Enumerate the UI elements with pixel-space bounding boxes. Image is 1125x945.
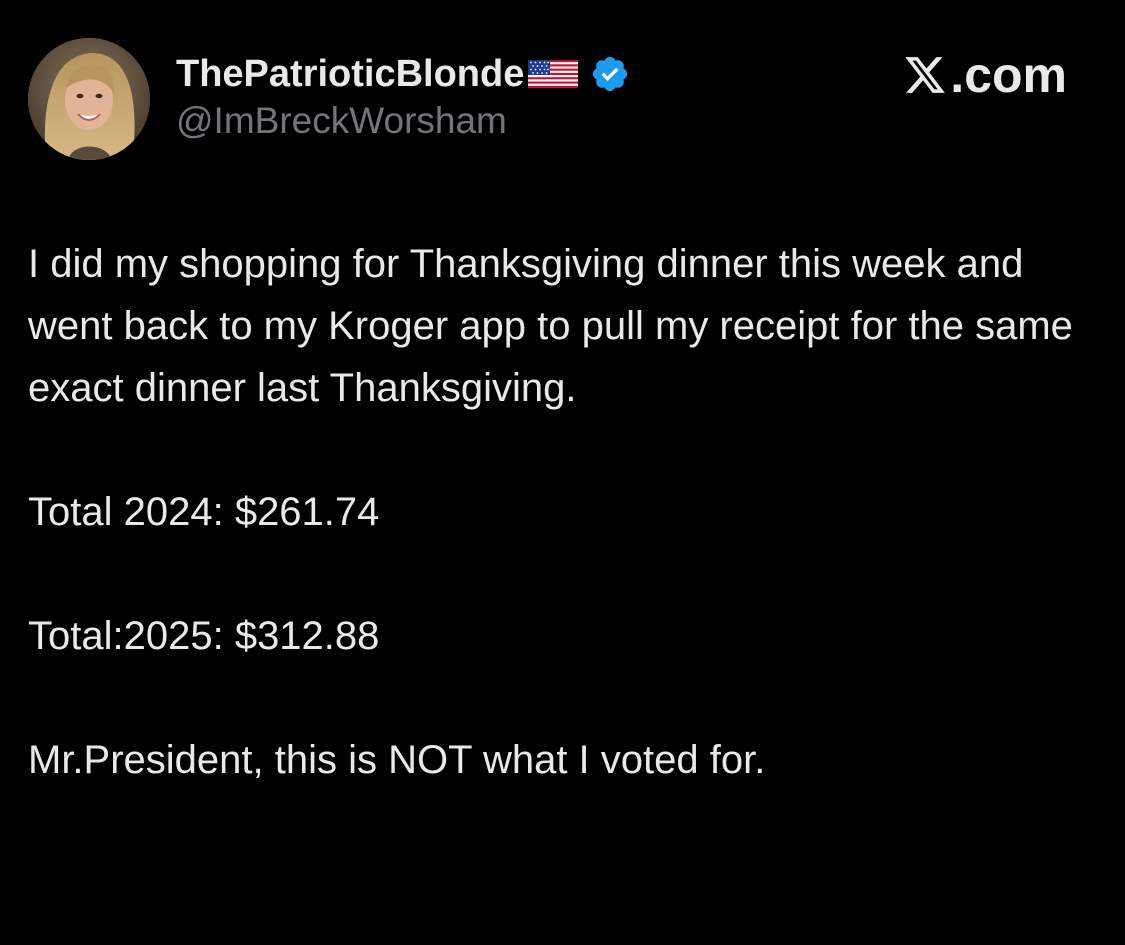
tweet-paragraph: I did my shopping for Thanksgiving dinne…: [28, 242, 1073, 410]
avatar-photo: [28, 38, 150, 160]
author-name-row: ThePatrioticBlonde: [176, 50, 630, 98]
tweet-paragraph: Mr.President, this is NOT what I voted f…: [28, 738, 766, 782]
avatar[interactable]: [28, 38, 150, 160]
display-name[interactable]: ThePatrioticBlonde: [176, 53, 524, 96]
author-info: ThePatrioticBlonde @ImBreckWorsham: [176, 50, 630, 142]
tweet-text: I did my shopping for Thanksgiving dinne…: [28, 233, 1098, 791]
author-handle[interactable]: @ImBreckWorsham: [176, 100, 630, 142]
brand-watermark: .com: [902, 50, 1067, 100]
tweet-paragraph: Total:2025: $312.88: [28, 614, 380, 658]
verified-badge-icon[interactable]: [590, 54, 630, 94]
us-flag-icon: [528, 60, 579, 88]
x-logo-icon: [902, 53, 948, 97]
brand-domain-text: .com: [950, 47, 1067, 103]
tweet-paragraph: Total 2024: $261.74: [28, 490, 380, 534]
